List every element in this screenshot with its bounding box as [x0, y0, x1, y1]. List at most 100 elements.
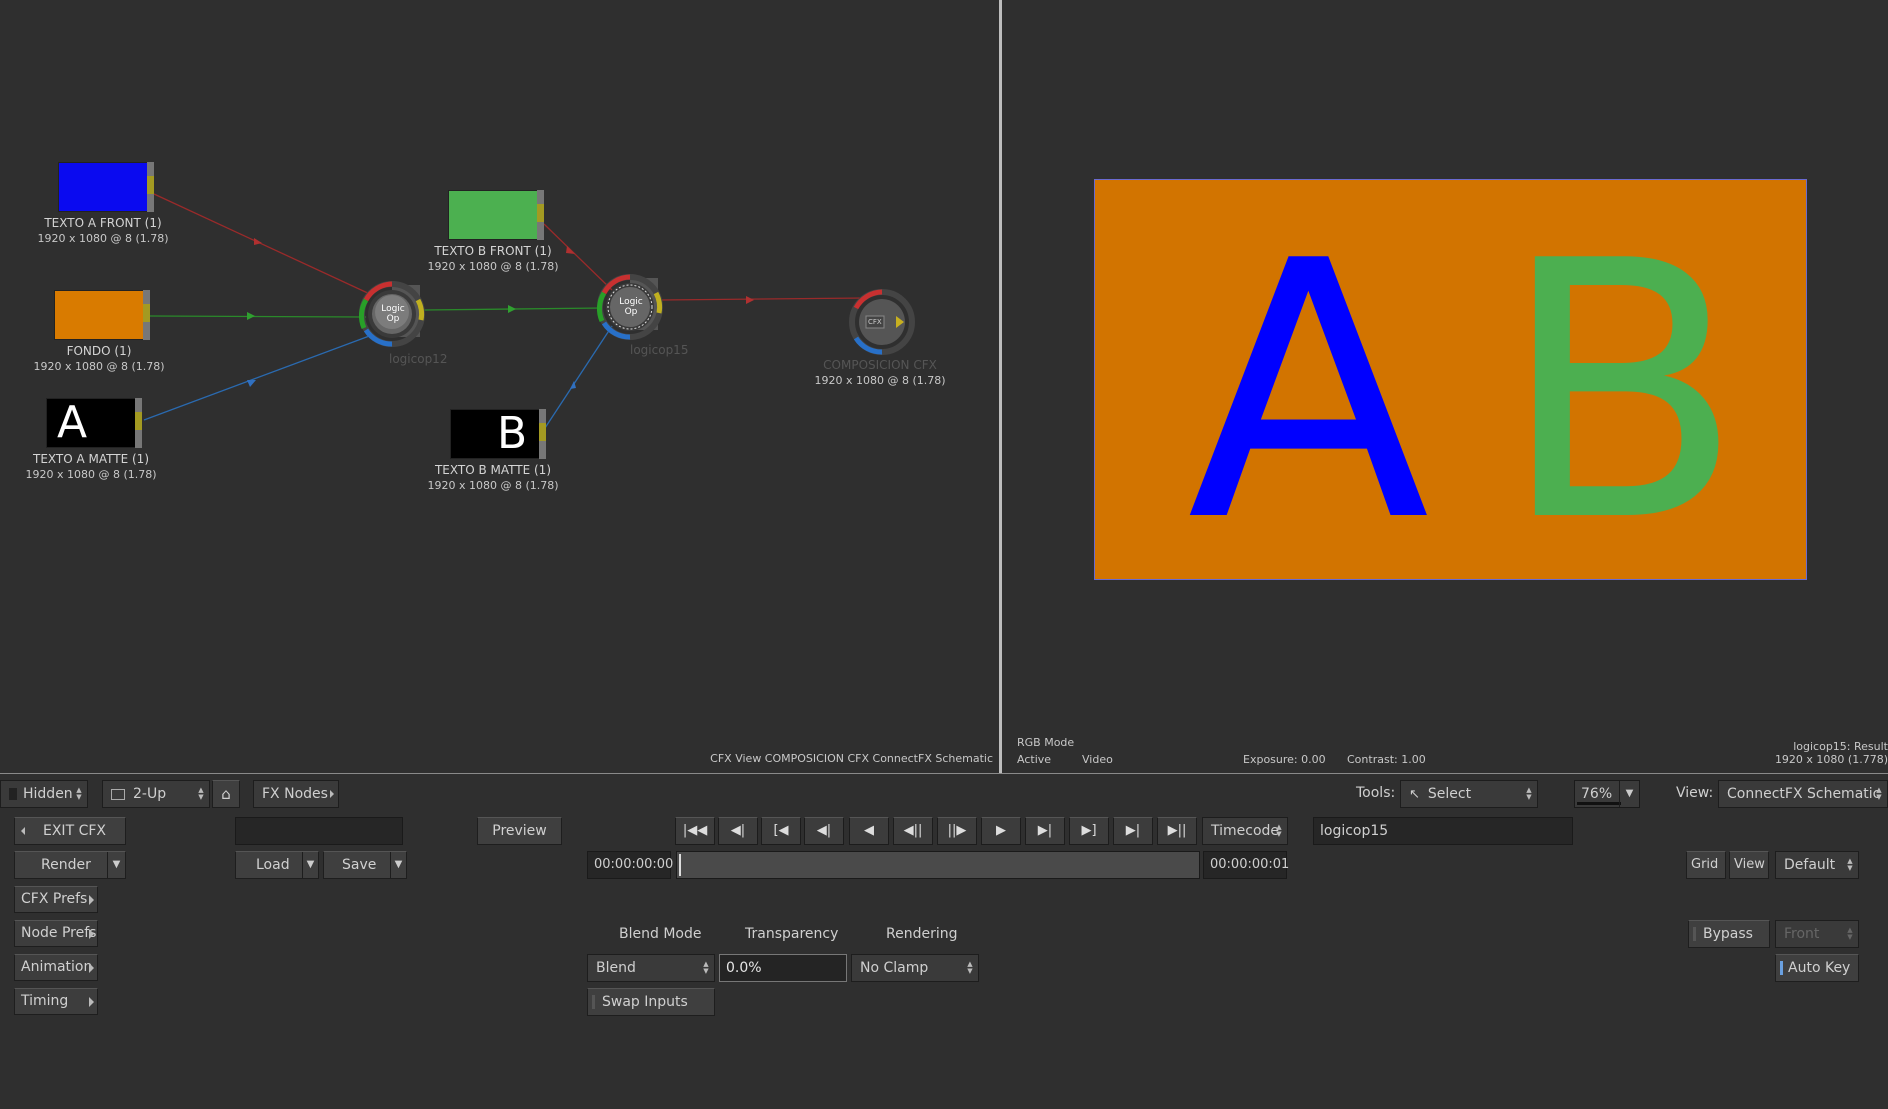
render-label: Render	[41, 857, 91, 873]
setup-name-field[interactable]	[235, 817, 403, 845]
composicion-cfx-node[interactable]	[849, 289, 915, 355]
link-texto-b-matte	[544, 325, 613, 429]
next-keyframe-button[interactable]: ▶|	[1113, 817, 1153, 845]
texto-a-front-res: 1920 x 1080 @ 8 (1.78)	[37, 232, 169, 245]
schematic-view[interactable]: TEXTO A FRONT (1) 1920 x 1080 @ 8 (1.78)…	[0, 0, 999, 773]
texto-b-front-output-tab[interactable]	[537, 190, 544, 240]
save-dropdown-icon[interactable]: ▼	[390, 852, 406, 878]
auto-key-indicator	[1780, 961, 1783, 975]
save-button[interactable]: Save ▼	[323, 851, 407, 879]
blend-mode-label: Blend Mode	[619, 926, 702, 942]
composicion-name: COMPOSICION CFX	[823, 358, 937, 372]
bypass-button[interactable]: Bypass	[1688, 920, 1770, 948]
next-event-button[interactable]: ▶|	[1025, 817, 1065, 845]
timecode-end-field[interactable]: 00:00:00:01	[1203, 851, 1289, 879]
render-button[interactable]: Render ▼	[14, 851, 126, 879]
texto-a-matte-name: TEXTO A MATTE (1)	[32, 452, 149, 466]
animation-label: Animation	[21, 959, 93, 975]
step-forward-button[interactable]: ||▶	[937, 817, 977, 845]
hidden-select[interactable]: Hidden ▲ ▼	[0, 780, 88, 808]
front-select[interactable]: Front ▲ ▼	[1775, 920, 1859, 948]
link-logicop15-out	[659, 297, 867, 301]
node-name-field[interactable]: logicop15	[1313, 817, 1573, 845]
cfx-prefs-button[interactable]: CFX Prefs	[14, 886, 98, 913]
view-button[interactable]: View	[1729, 851, 1769, 879]
image-viewer[interactable]: A B RGB Mode Active Video Exposure: 0.00…	[1002, 0, 1888, 773]
fondo-thumbnail[interactable]	[54, 290, 144, 340]
zoom-dropdown-icon[interactable]: ▼	[1619, 781, 1639, 807]
rendering-label: Rendering	[886, 926, 958, 942]
bypass-indicator	[1693, 927, 1696, 941]
rendering-spinner-icon: ▲ ▼	[967, 960, 973, 975]
load-dropdown-icon[interactable]: ▼	[302, 852, 318, 878]
goto-end-button[interactable]: ▶||	[1157, 817, 1197, 845]
home-button[interactable]: ⌂	[212, 780, 240, 808]
transparency-label: Transparency	[745, 926, 839, 942]
cfx-prefs-arrow-icon	[89, 895, 94, 905]
timeline-playhead[interactable]	[679, 854, 681, 876]
preview-button[interactable]: Preview	[477, 817, 562, 845]
viewer-mode: RGB Mode	[1017, 736, 1075, 749]
prev-event-button[interactable]: ◀|	[804, 817, 844, 845]
transparency-field[interactable]: 0.0%	[719, 954, 847, 982]
exit-cfx-button[interactable]: EXIT CFX	[14, 817, 126, 845]
blend-mode-spinner-icon: ▲ ▼	[703, 960, 709, 975]
cfx-prefs-label: CFX Prefs	[21, 891, 88, 907]
load-button[interactable]: Load ▼	[235, 851, 319, 879]
view-select[interactable]: ConnectFX Schematic ▲ ▼	[1718, 780, 1888, 808]
texto-b-matte-output-tab[interactable]	[539, 409, 546, 459]
exit-cfx-label: EXIT CFX	[43, 823, 106, 839]
timing-arrow-icon	[89, 997, 94, 1007]
bypass-label: Bypass	[1703, 926, 1753, 942]
fondo-name: FONDO (1)	[66, 344, 132, 358]
texto-a-front-thumbnail[interactable]	[58, 162, 148, 212]
animation-button[interactable]: Animation	[14, 954, 98, 981]
swap-inputs-label: Swap Inputs	[602, 994, 688, 1010]
timeline-scrubber[interactable]	[676, 851, 1200, 879]
swap-inputs-button[interactable]: Swap Inputs	[587, 988, 715, 1016]
timing-button[interactable]: Timing	[14, 988, 98, 1015]
render-dropdown-icon[interactable]: ▼	[107, 852, 125, 878]
node-prefs-label: Node Prefs	[21, 925, 97, 941]
rendering-select[interactable]: No Clamp ▲ ▼	[851, 954, 979, 982]
play-button[interactable]: ▶	[981, 817, 1021, 845]
layout-select[interactable]: 2-Up ▲ ▼	[102, 780, 210, 808]
timecode-start-field[interactable]: 00:00:00:00	[587, 851, 673, 879]
node-prefs-arrow-icon	[89, 929, 94, 939]
viewer-image: A B	[1094, 179, 1807, 580]
logicop12-icon-text: Logic Op	[381, 304, 405, 324]
texto-a-front-output-tab[interactable]	[147, 162, 154, 212]
texto-a-matte-thumbnail[interactable]: A	[46, 398, 136, 448]
view-label: View:	[1676, 785, 1714, 801]
grid-button[interactable]: Grid	[1686, 851, 1726, 879]
blend-mode-select[interactable]: Blend ▲ ▼	[587, 954, 715, 982]
home-icon: ⌂	[221, 785, 231, 803]
cursor-arrow-icon: ↖	[1409, 787, 1420, 802]
layout-label: 2-Up	[133, 786, 167, 802]
tools-select[interactable]: ↖ Select ▲ ▼	[1400, 780, 1538, 808]
texto-b-front-name: TEXTO B FRONT (1)	[434, 244, 552, 258]
auto-key-button[interactable]: Auto Key	[1775, 954, 1859, 982]
viewer-letters: A B	[1187, 185, 1744, 579]
fx-nodes-menu[interactable]: FX Nodes	[253, 780, 339, 808]
fondo-output-tab[interactable]	[143, 290, 150, 340]
viewer-result-res: 1920 x 1080 (1.778)	[1774, 753, 1888, 766]
timecode-select[interactable]: Timecode ▲ ▼	[1202, 817, 1288, 845]
goto-start-button[interactable]: |◀◀	[675, 817, 715, 845]
zoom-field[interactable]: 76% ▼	[1574, 780, 1640, 808]
swap-inputs-indicator	[592, 995, 595, 1009]
save-label: Save	[342, 857, 377, 873]
auto-key-label: Auto Key	[1788, 960, 1851, 976]
texto-b-front-thumbnail[interactable]	[448, 190, 538, 240]
logicop15-name: logicop15	[630, 343, 689, 357]
goto-in-button[interactable]: [◀	[761, 817, 801, 845]
play-reverse-button[interactable]: ◀	[849, 817, 889, 845]
timecode-label: Timecode	[1211, 823, 1280, 839]
texto-b-matte-thumbnail[interactable]: B	[450, 409, 540, 459]
step-back-button[interactable]: ◀||	[893, 817, 933, 845]
texto-a-matte-output-tab[interactable]	[135, 398, 142, 448]
default-select[interactable]: Default ▲ ▼	[1775, 851, 1859, 879]
goto-out-button[interactable]: ▶]	[1069, 817, 1109, 845]
node-prefs-button[interactable]: Node Prefs	[14, 920, 98, 947]
prev-keyframe-button[interactable]: ◀|	[718, 817, 758, 845]
